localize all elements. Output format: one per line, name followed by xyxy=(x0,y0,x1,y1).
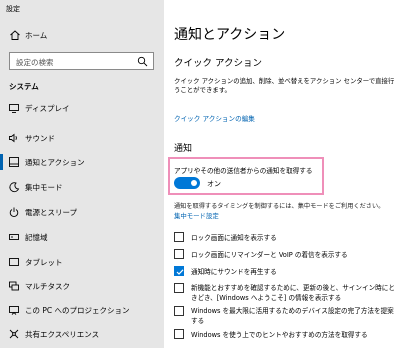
quick-action-description: クイック アクションの追加、削除、並べ替えをアクション センターで直接行うことが… xyxy=(174,77,395,94)
tablet-icon xyxy=(9,258,19,266)
notifications-heading: 通知 xyxy=(174,144,193,154)
checkbox-label: 新機能とおすすめを確認するために、更新の後と、サインイン時にときどき、[Wind… xyxy=(191,284,395,302)
checkbox[interactable] xyxy=(174,329,184,339)
focus-assist-settings-link[interactable]: 集中モード設定 xyxy=(174,211,219,220)
check-icon xyxy=(176,269,184,275)
sidebar-item-label: ディスプレイ xyxy=(25,104,70,113)
multitask-icon xyxy=(9,281,19,291)
checkbox-label: 通知時にサウンドを再生する xyxy=(191,268,277,276)
sidebar-item-tablet[interactable]: タブレット xyxy=(0,252,164,272)
toggle-knob xyxy=(191,180,197,186)
system-section-label: システム xyxy=(9,82,39,91)
title-bar: 設定 xyxy=(0,0,164,18)
notifications-toggle[interactable] xyxy=(174,177,200,189)
sidebar-item-notifications[interactable]: 通知とアクション xyxy=(0,152,164,172)
option-welcome-experience[interactable]: 新機能とおすすめを確認するために、更新の後と、サインイン時にときどき、[Wind… xyxy=(174,283,400,303)
sidebar: ホーム 設定の検索 システム ディスプレイ サウンド 通知とアクション 集中モー… xyxy=(0,18,164,348)
sidebar-item-label: 共有エクスペリエンス xyxy=(25,330,100,339)
active-indicator xyxy=(0,154,3,170)
sidebar-item-display[interactable]: ディスプレイ xyxy=(0,98,164,118)
highlight-box xyxy=(168,157,324,195)
checkbox-checked[interactable] xyxy=(174,266,184,276)
toggle-state-label: オン xyxy=(207,180,221,188)
storage-icon xyxy=(9,234,19,240)
edit-quick-actions-link[interactable]: クイック アクションの編集 xyxy=(174,113,255,123)
sidebar-item-label: 集中モード xyxy=(25,183,63,192)
power-icon xyxy=(9,207,19,217)
settings-search-input[interactable]: 設定の検索 xyxy=(9,52,154,70)
checkbox[interactable] xyxy=(174,249,184,259)
checkbox[interactable] xyxy=(174,306,184,316)
notifications-toggle-label: アプリやその他の送信者からの通知を取得する xyxy=(174,167,313,175)
sidebar-item-multitasking[interactable]: マルチタスク xyxy=(0,276,164,296)
search-icon[interactable] xyxy=(137,56,148,67)
sidebar-item-storage[interactable]: 記憶域 xyxy=(0,227,164,247)
sidebar-item-shared-experiences[interactable]: 共有エクスペリエンス xyxy=(0,324,164,344)
sidebar-item-label: タブレット xyxy=(25,258,63,267)
search-placeholder: 設定の検索 xyxy=(16,57,54,67)
projection-icon xyxy=(9,306,19,315)
option-device-setup-suggestions[interactable]: Windows を最大限に活用するためのデバイス設定の完了方法を提案する xyxy=(174,306,400,326)
page-title: 通知とアクション xyxy=(174,27,286,43)
notification-icon xyxy=(9,157,19,167)
speaker-icon xyxy=(9,133,17,143)
checkbox-label: Windows を最大限に活用するためのデバイス設定の完了方法を提案する xyxy=(191,307,394,325)
display-icon xyxy=(9,104,19,113)
sidebar-item-label: マルチタスク xyxy=(25,282,70,291)
sidebar-item-label: 記憶域 xyxy=(25,233,48,242)
sidebar-item-label: この PC へのプロジェクション xyxy=(25,306,130,315)
checkbox-label: Windows を使う上でのヒントやおすすめの方法を取得する xyxy=(191,331,368,339)
home-icon xyxy=(10,30,20,40)
sidebar-item-power-sleep[interactable]: 電源とスリープ xyxy=(0,202,164,222)
checkbox-label: ロック画面に通知を表示する xyxy=(191,234,277,242)
quick-action-heading: クイック アクション xyxy=(174,58,263,69)
sidebar-item-label: 通知とアクション xyxy=(25,158,85,167)
sidebar-item-projection[interactable]: この PC へのプロジェクション xyxy=(0,300,164,320)
focus-assist-hint: 通知を取得するタイミングを制御するには、集中モードをご利用ください。 xyxy=(174,203,385,210)
moon-icon xyxy=(9,182,20,193)
sidebar-item-label: サウンド xyxy=(25,134,55,143)
checkbox-label: ロック画面にリマインダーと VoIP の着信を表示する xyxy=(191,251,348,259)
window-title: 設定 xyxy=(6,5,20,13)
main-content: 通知とアクション クイック アクション クイック アクションの追加、削除、並べ替… xyxy=(164,0,400,348)
checkbox[interactable] xyxy=(174,232,184,242)
share-icon xyxy=(9,329,19,339)
sidebar-item-sound[interactable]: サウンド xyxy=(0,128,164,148)
home-nav-item[interactable]: ホーム xyxy=(0,26,164,44)
home-label: ホーム xyxy=(25,31,48,40)
sidebar-item-focus-assist[interactable]: 集中モード xyxy=(0,177,164,197)
checkbox[interactable] xyxy=(174,283,184,293)
sidebar-item-label: 電源とスリープ xyxy=(25,208,78,217)
